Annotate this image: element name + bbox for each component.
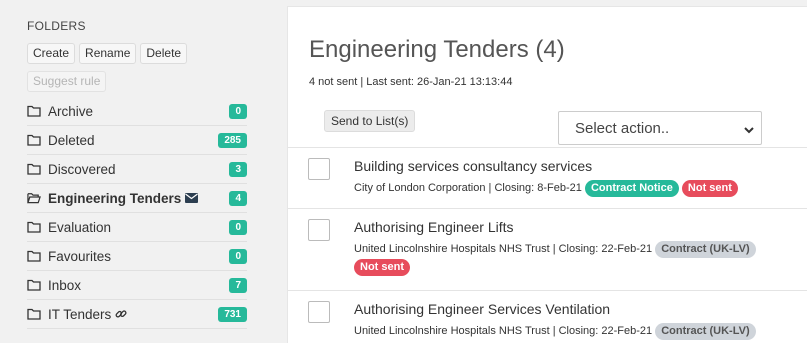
tender-label-grey: Contract (UK-LV): [655, 240, 756, 258]
tender-meta: City of London Corporation | Closing: 8-…: [354, 179, 794, 197]
folder-label: Engineering Tenders: [48, 190, 182, 206]
delete-folder-button[interactable]: Delete: [140, 43, 188, 64]
folder-icon: [27, 249, 41, 263]
folder-item-engineering-tenders[interactable]: Engineering Tenders 4: [27, 184, 247, 213]
tender-title[interactable]: Authorising Engineer Lifts: [354, 219, 514, 235]
send-to-lists-button[interactable]: Send to List(s): [324, 110, 416, 132]
tender-row[interactable]: Building services consultancy services Ci…: [288, 147, 807, 208]
tender-meta: United Lincolnshire Hospitals NHS Trust …: [354, 322, 794, 340]
folder-count-badge: 7: [229, 278, 247, 293]
folder-count-badge: 4: [229, 191, 247, 206]
folder-count-badge: 0: [229, 104, 247, 119]
tender-checkbox[interactable]: [308, 158, 330, 180]
folder-icon: [27, 307, 41, 321]
folder-item-deleted[interactable]: Deleted 285: [27, 126, 247, 155]
folder-item-discovered[interactable]: Discovered 3: [27, 155, 247, 184]
link-icon: [115, 308, 127, 320]
folder-count-badge: 3: [229, 162, 247, 177]
folder-label: Favourites: [48, 248, 112, 264]
tender-list: Building services consultancy services Ci…: [288, 147, 807, 343]
folder-item-it-tenders[interactable]: IT Tenders 731: [27, 300, 247, 329]
create-folder-button[interactable]: Create: [27, 43, 76, 64]
main-panel: Engineering Tenders (4) 4 not sent | Las…: [287, 6, 807, 343]
tender-title[interactable]: Authorising Engineer Services Ventilatio…: [354, 301, 610, 317]
folder-count-badge: 285: [218, 133, 247, 148]
tender-meta-text: United Lincolnshire Hospitals NHS Trust …: [354, 243, 653, 255]
folder-count-badge: 0: [229, 249, 247, 264]
tender-row[interactable]: Authorising Engineer Services Ventilatio…: [288, 290, 807, 343]
envelope-icon: [185, 193, 199, 203]
tender-meta-text: United Lincolnshire Hospitals NHS Trust …: [354, 325, 653, 337]
select-action-value: Select action..: [575, 119, 670, 137]
folder-icon: [27, 278, 41, 292]
tender-title[interactable]: Building services consultancy services: [354, 158, 592, 174]
tender-meta: United Lincolnshire Hospitals NHS Trust …: [354, 240, 794, 276]
folder-icon: [27, 162, 41, 176]
tender-meta-text: City of London Corporation | Closing: 8-…: [354, 182, 582, 194]
folder-list: Archive 0 Deleted 285 Discovered 3 Engineering…: [27, 97, 247, 329]
tender-checkbox[interactable]: [308, 219, 330, 241]
folder-count-badge: 731: [218, 307, 247, 322]
folders-heading: FOLDERS: [27, 19, 86, 33]
folder-icon: [27, 104, 41, 118]
tender-label-grey: Contract (UK-LV): [655, 322, 756, 340]
folder-label: Discovered: [48, 161, 116, 177]
send-status: 4 not sent | Last sent: 26-Jan-21 13:13:…: [309, 76, 513, 88]
tender-label-red: Not sent: [681, 179, 738, 197]
folder-icon: [27, 220, 41, 234]
tender-label-red: Not sent: [354, 258, 410, 276]
tender-label-green: Contract Notice: [584, 179, 679, 197]
folder-label: IT Tenders: [48, 306, 112, 322]
folder-actions: Create Rename Delete: [27, 43, 188, 64]
folder-count-badge: 0: [229, 220, 247, 235]
folder-item-favourites[interactable]: Favourites 0: [27, 242, 247, 271]
folder-icon: [27, 133, 41, 147]
select-action-dropdown[interactable]: Select action..: [558, 111, 762, 145]
tender-row[interactable]: Authorising Engineer Lifts United Lincoln…: [288, 208, 807, 290]
folder-item-archive[interactable]: Archive 0: [27, 97, 247, 126]
folder-open-icon: [27, 191, 41, 205]
folder-label: Inbox: [48, 277, 82, 293]
page-title: Engineering Tenders (4): [309, 36, 565, 63]
folders-sidebar: FOLDERS Create Rename Delete Suggest rul…: [0, 0, 270, 343]
folder-item-evaluation[interactable]: Evaluation 0: [27, 213, 247, 242]
chevron-down-icon: [743, 123, 755, 140]
folder-label: Archive: [48, 103, 94, 119]
folder-label: Deleted: [48, 132, 95, 148]
suggest-rule-button[interactable]: Suggest rule: [27, 71, 107, 92]
folder-label: Evaluation: [48, 219, 112, 235]
rename-folder-button[interactable]: Rename: [79, 43, 137, 64]
tender-checkbox[interactable]: [308, 301, 330, 323]
folder-item-inbox[interactable]: Inbox 7: [27, 271, 247, 300]
